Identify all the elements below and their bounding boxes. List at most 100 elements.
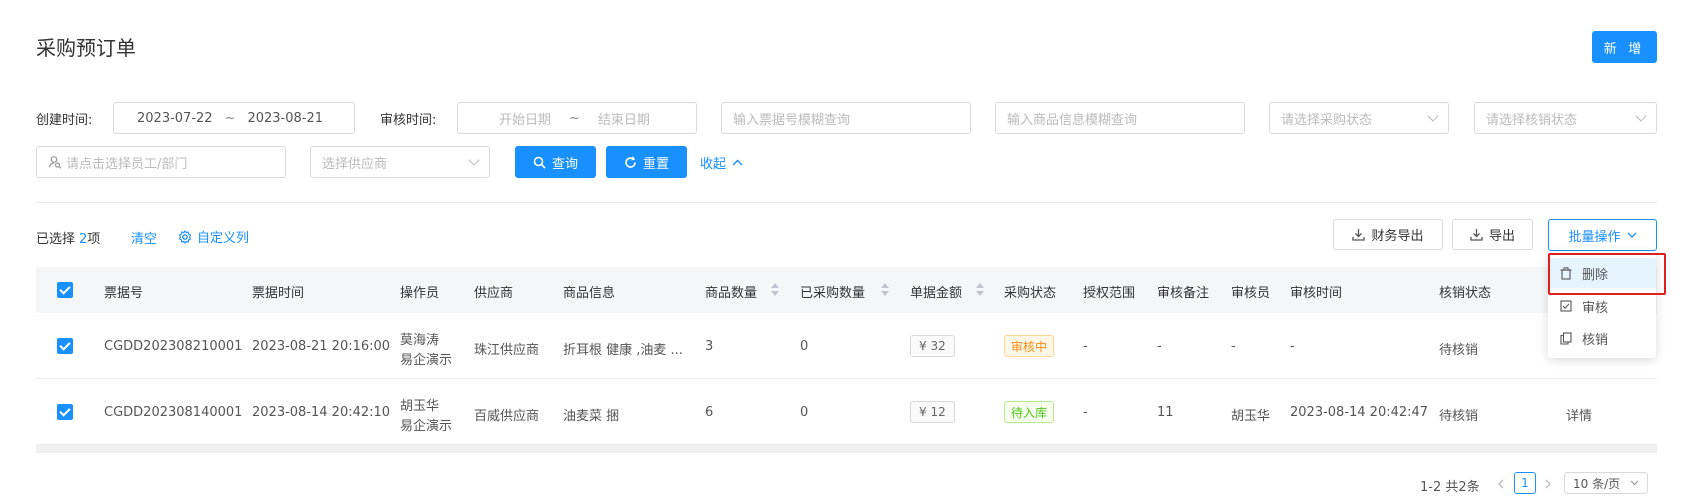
col-bill-time: 票据时间 <box>252 286 305 301</box>
employee-placeholder: 请点击选择员工/部门 <box>66 156 188 172</box>
horizontal-scrollbar[interactable] <box>36 445 1657 453</box>
writeoff-status-select[interactable]: 请选择核销状态 <box>1474 102 1657 134</box>
goods-info: 折耳根 健康 ,油麦 ... <box>563 343 683 358</box>
bill-no-input[interactable]: 输入票据号模糊查询 <box>721 102 971 134</box>
audit-time-label: 审核时间: <box>380 113 437 128</box>
custom-columns-link[interactable]: 自定义列 <box>178 227 249 246</box>
collapse-link[interactable]: 收起 <box>700 153 743 172</box>
col-amount[interactable]: 单据金额 <box>910 282 962 301</box>
select-all-checkbox[interactable] <box>57 282 73 298</box>
audit-time-range[interactable]: 开始日期 ~ 结束日期 <box>457 102 697 134</box>
sort-icon[interactable] <box>881 283 889 297</box>
amount-badge: ¥ 12 <box>910 401 955 423</box>
search-icon <box>533 156 546 169</box>
goods-info-placeholder: 输入商品信息模糊查询 <box>1007 112 1138 128</box>
supplier: 珠江供应商 <box>474 343 540 358</box>
menu-item-writeoff[interactable]: 核销 <box>1548 323 1656 353</box>
copy-icon <box>1560 331 1572 345</box>
new-button[interactable]: 新 增 <box>1592 31 1657 63</box>
col-qty[interactable]: 商品数量 <box>705 282 757 301</box>
query-button[interactable]: 查询 <box>515 146 596 178</box>
user-search-icon <box>48 156 62 169</box>
download-icon <box>1470 229 1483 241</box>
table-row[interactable]: CGDD202308210001 2023-08-21 20:16:00 莫海涛… <box>36 313 1657 379</box>
created-end-value: 2023-08-21 <box>247 110 324 126</box>
menu-item-audit[interactable]: 审核 <box>1548 291 1656 321</box>
operator-name: 莫海涛 <box>400 333 440 348</box>
col-audit-time: 审核时间 <box>1290 286 1343 301</box>
col-goods: 商品信息 <box>563 286 616 301</box>
sort-icon[interactable] <box>771 283 779 297</box>
divider <box>36 202 1657 203</box>
range-separator: ~ <box>224 110 236 126</box>
reset-button[interactable]: 重置 <box>606 146 687 178</box>
page-size-value: 10 条/页 <box>1573 476 1621 491</box>
refresh-icon <box>625 155 636 168</box>
col-remark: 审核备注 <box>1157 286 1210 301</box>
checkbox-icon <box>1560 300 1572 312</box>
menu-item-writeoff-label: 核销 <box>1582 332 1609 348</box>
writeoff-status-placeholder: 请选择核销状态 <box>1486 112 1578 128</box>
row-checkbox[interactable] <box>57 338 73 354</box>
bill-time: 2023-08-14 20:42:10 <box>252 405 391 420</box>
finance-export-button[interactable]: 财务导出 <box>1333 219 1443 250</box>
chevron-right-icon[interactable] <box>1544 479 1552 489</box>
col-scope: 授权范围 <box>1083 286 1136 301</box>
col-bill-no: 票据号 <box>104 286 144 301</box>
purchased-qty: 0 <box>800 339 809 354</box>
audit-end-placeholder: 结束日期 <box>597 112 650 128</box>
finance-export-label: 财务导出 <box>1371 228 1424 243</box>
auditor: 胡玉华 <box>1231 409 1271 424</box>
col-purchased[interactable]: 已采购数量 <box>800 282 865 301</box>
col-auditor: 审核员 <box>1231 286 1271 301</box>
chevron-down-icon <box>468 153 480 166</box>
supplier-select[interactable]: 选择供应商 <box>310 146 490 178</box>
bill-time: 2023-08-21 20:16:00 <box>252 339 391 354</box>
bill-no: CGDD202308210001 <box>104 339 243 354</box>
audit-time: - <box>1290 339 1295 354</box>
menu-item-audit-label: 审核 <box>1582 300 1609 316</box>
page-title: 采购预订单 <box>36 36 136 60</box>
chevron-left-icon[interactable] <box>1497 479 1505 489</box>
batch-actions-label: 批量操作 <box>1568 228 1621 244</box>
created-time-range[interactable]: 2023-07-22 ~ 2023-08-21 <box>113 102 355 134</box>
audit-time: 2023-08-14 20:42:47 <box>1290 405 1429 420</box>
detail-link[interactable]: 详情 <box>1566 405 1592 424</box>
audit-start-placeholder: 开始日期 <box>499 112 552 128</box>
collapse-label: 收起 <box>700 157 727 172</box>
purchased-qty: 0 <box>800 405 809 420</box>
employee-picker[interactable]: 请点击选择员工/部门 <box>36 146 286 178</box>
goods-info: 油麦菜 捆 <box>563 409 620 424</box>
clear-link[interactable]: 清空 <box>131 228 157 247</box>
download-icon <box>1352 229 1366 241</box>
table-header: 票据号 票据时间 操作员 供应商 商品信息 商品数量 已采购数量 单据金额 采购… <box>36 267 1657 313</box>
row-checkbox[interactable] <box>57 404 73 420</box>
writeoff-status: 待核销 <box>1439 343 1479 358</box>
sort-icon[interactable] <box>976 283 984 297</box>
remark: 11 <box>1157 405 1174 420</box>
pager-summary: 1-2 共2条 <box>1420 480 1480 495</box>
batch-actions-button[interactable]: 批量操作 <box>1548 219 1657 251</box>
writeoff-status: 待核销 <box>1439 409 1479 424</box>
reset-label: 重置 <box>642 155 669 171</box>
chevron-down-icon <box>1627 232 1636 238</box>
supplier: 百威供应商 <box>474 409 540 424</box>
goods-info-input[interactable]: 输入商品信息模糊查询 <box>995 102 1245 134</box>
selected-count-text: 已选择 2项 <box>36 232 101 247</box>
table-row[interactable]: CGDD202308140001 2023-08-14 20:42:10 胡玉华… <box>36 379 1657 445</box>
supplier-placeholder: 选择供应商 <box>322 156 388 172</box>
chevron-down-icon <box>1427 109 1439 122</box>
bill-no-placeholder: 输入票据号模糊查询 <box>733 112 851 128</box>
gear-icon <box>178 229 192 244</box>
range-separator: ~ <box>569 110 580 126</box>
page-1[interactable]: 1 <box>1514 472 1536 494</box>
highlight-box <box>1548 253 1666 295</box>
created-start-value: 2023-07-22 <box>137 110 213 126</box>
scope: - <box>1083 405 1088 420</box>
col-status: 采购状态 <box>1004 286 1057 301</box>
chevron-down-icon <box>1630 480 1639 486</box>
page-size-select[interactable]: 10 条/页 <box>1564 472 1648 494</box>
export-button[interactable]: 导出 <box>1452 219 1533 250</box>
purchase-status-select[interactable]: 请选择采购状态 <box>1269 102 1449 134</box>
bill-no: CGDD202308140001 <box>104 405 243 420</box>
